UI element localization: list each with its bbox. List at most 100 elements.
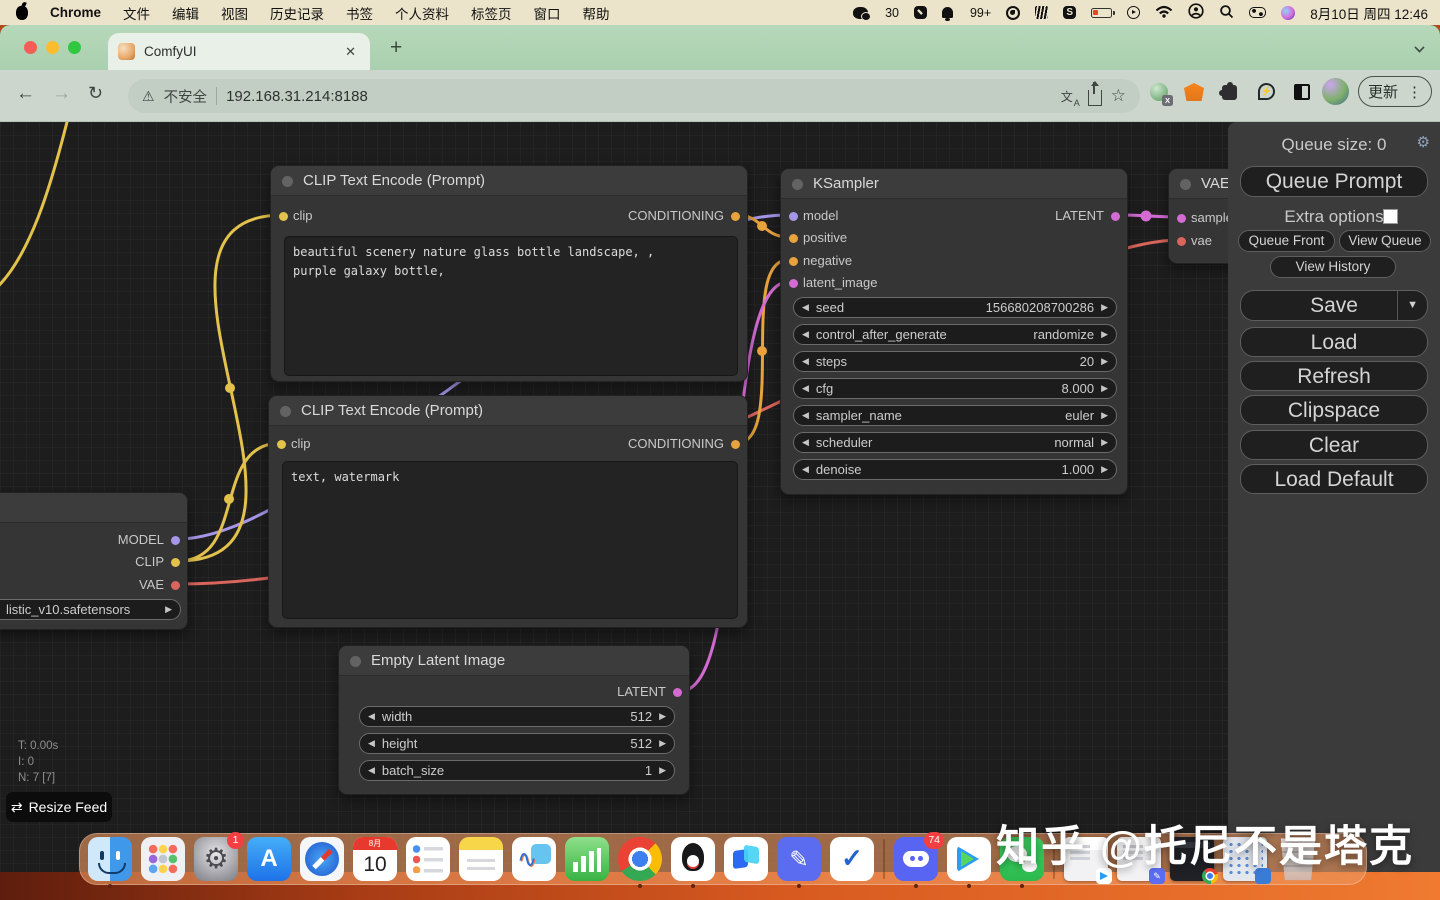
clipspace-button[interactable]: Clipspace [1240, 395, 1428, 425]
wechat-status-icon[interactable] [853, 6, 872, 21]
apple-logo-icon[interactable] [16, 5, 28, 20]
save-button[interactable]: Save ▼ [1240, 290, 1428, 321]
increment-arrow-icon[interactable]: ▶ [165, 604, 172, 615]
latent-output-port[interactable] [673, 687, 682, 697]
notification-bell-icon[interactable] [941, 7, 953, 21]
dock-discord[interactable]: 74 [894, 832, 944, 888]
menu-item-tabs[interactable]: 标签页 [471, 3, 512, 23]
extensions-puzzle-icon[interactable] [1219, 82, 1237, 100]
dock-app-store[interactable] [247, 837, 291, 881]
node-title[interactable]: CLIP Text Encode (Prompt) [271, 166, 747, 196]
dock-launchpad[interactable] [141, 837, 185, 881]
increment-arrow-icon[interactable]: ▶ [659, 738, 666, 749]
increment-arrow-icon[interactable]: ▶ [1101, 464, 1108, 475]
settings-gear-icon[interactable]: ⚙ [1417, 133, 1430, 151]
widget-value[interactable]: euler [1065, 408, 1094, 423]
steps-widget[interactable]: ◀ steps 20 ▶ [793, 351, 1117, 372]
clip-output-port[interactable] [171, 557, 180, 567]
increment-arrow-icon[interactable]: ▶ [1101, 329, 1108, 340]
decrement-arrow-icon[interactable]: ◀ [802, 437, 809, 448]
dock-reminders[interactable] [406, 837, 450, 881]
batch-size-widget[interactable]: ◀ batch_size 1 ▶ [359, 760, 675, 781]
comfyui-canvas[interactable]: CLIP Text Encode (Prompt) clip CONDITION… [0, 122, 1440, 900]
security-label[interactable]: 不安全 [164, 86, 208, 107]
bookmark-star-icon[interactable]: ☆ [1111, 86, 1126, 106]
url-text[interactable]: 192.168.31.214:8188 [226, 88, 1052, 105]
adobe-cc-icon[interactable] [1006, 5, 1021, 20]
menu-item-file[interactable]: 文件 [123, 3, 150, 23]
close-window-button[interactable] [24, 41, 37, 54]
address-bar[interactable]: ⚠ 不安全 192.168.31.214:8188 文 ☆ [128, 79, 1140, 113]
dock-tencent-meeting[interactable] [724, 837, 768, 881]
tab-search-chevron-icon[interactable] [1414, 42, 1425, 53]
dock-chrome[interactable] [618, 837, 662, 888]
decrement-arrow-icon[interactable]: ◀ [802, 329, 809, 340]
dock-notes-pencil-app[interactable]: ✎ [777, 837, 821, 888]
clear-button[interactable]: Clear [1240, 430, 1428, 460]
load-default-button[interactable]: Load Default [1240, 464, 1428, 494]
decrement-arrow-icon[interactable]: ◀ [802, 410, 809, 421]
menu-item-profiles[interactable]: 个人资料 [395, 3, 449, 23]
metamask-icon[interactable] [1184, 83, 1204, 101]
notability-status-icon[interactable] [913, 6, 927, 19]
chrome-update-button[interactable]: 更新 ⋮ [1358, 76, 1432, 107]
increment-arrow-icon[interactable]: ▶ [1101, 437, 1108, 448]
view-queue-button[interactable]: View Queue [1339, 230, 1431, 252]
dark-mode-extension-icon[interactable] [1294, 84, 1310, 100]
widget-value[interactable]: normal [1054, 435, 1094, 450]
kebab-menu-icon[interactable]: ⋮ [1407, 83, 1422, 101]
menu-item-history[interactable]: 历史记录 [270, 3, 324, 23]
share-icon[interactable] [1087, 81, 1102, 106]
save-dropdown-caret-icon[interactable]: ▼ [1397, 291, 1418, 320]
denoise-widget[interactable]: ◀ denoise 1.000 ▶ [793, 459, 1117, 480]
stripes-app-icon[interactable] [1035, 6, 1049, 19]
s-app-icon[interactable]: S [1063, 6, 1077, 19]
dock-qq[interactable] [671, 837, 715, 888]
cfg-widget[interactable]: ◀ cfg 8.000 ▶ [793, 378, 1117, 399]
tab-close-icon[interactable]: ✕ [341, 44, 360, 60]
increment-arrow-icon[interactable]: ▶ [659, 765, 666, 776]
menu-item-bookmarks[interactable]: 书签 [346, 3, 373, 23]
queue-front-button[interactable]: Queue Front [1238, 230, 1335, 252]
vae-output-port[interactable] [171, 580, 180, 590]
model-output-port[interactable] [171, 535, 180, 545]
leaf-lightning-extension-icon[interactable]: ⚡ [1258, 83, 1275, 100]
resize-feed-button[interactable]: ⇄ Resize Feed [6, 792, 112, 822]
sampler-name-widget[interactable]: ◀ sampler_name euler ▶ [793, 405, 1117, 426]
clip-input-port[interactable] [279, 211, 288, 221]
dock-system-settings[interactable]: ⚙ 1 [194, 832, 244, 881]
dock-calendar[interactable]: 8月 10 [353, 837, 397, 881]
node-title[interactable]: CLIP Text Encode (Prompt) [269, 396, 747, 426]
tab-comfyui[interactable]: ComfyUI ✕ [108, 33, 370, 70]
latent-image-input-port[interactable] [789, 278, 798, 288]
increment-arrow-icon[interactable]: ▶ [1101, 302, 1108, 313]
decrement-arrow-icon[interactable]: ◀ [368, 738, 375, 749]
width-widget[interactable]: ◀ width 512 ▶ [359, 706, 675, 727]
dock-notes[interactable] [459, 837, 503, 881]
widget-value[interactable]: 8.000 [1062, 381, 1095, 396]
queue-prompt-button[interactable]: Queue Prompt [1240, 166, 1428, 197]
battery-icon[interactable] [1091, 7, 1115, 18]
widget-value[interactable]: 512 [630, 736, 652, 751]
wifi-icon[interactable] [1155, 5, 1173, 21]
load-button[interactable]: Load [1240, 327, 1428, 357]
control-after-generate-widget[interactable]: ◀ control_after_generate randomize ▶ [793, 324, 1117, 345]
increment-arrow-icon[interactable]: ▶ [1101, 410, 1108, 421]
prompt-textarea[interactable]: beautiful scenery nature glass bottle la… [284, 236, 738, 376]
latent-output-port[interactable] [1111, 211, 1120, 221]
reload-button[interactable]: ↻ [88, 83, 103, 104]
menu-bar-clock[interactable]: 8月10日 周四 12:46 [1310, 3, 1428, 23]
increment-arrow-icon[interactable]: ▶ [1101, 356, 1108, 367]
menu-app-name[interactable]: Chrome [50, 5, 101, 20]
decrement-arrow-icon[interactable]: ◀ [802, 356, 809, 367]
spotlight-search-icon[interactable] [1219, 4, 1234, 22]
new-tab-button[interactable]: + [390, 37, 402, 58]
widget-value[interactable]: 156680208700286 [986, 300, 1094, 315]
widget-value[interactable]: 512 [630, 709, 652, 724]
dock-safari[interactable] [300, 837, 344, 881]
view-history-button[interactable]: View History [1270, 256, 1396, 278]
extension-orb-icon[interactable] [1150, 83, 1173, 106]
decrement-arrow-icon[interactable]: ◀ [802, 302, 809, 313]
menu-item-window[interactable]: 窗口 [534, 3, 561, 23]
prompt-textarea[interactable]: text, watermark [282, 461, 738, 619]
